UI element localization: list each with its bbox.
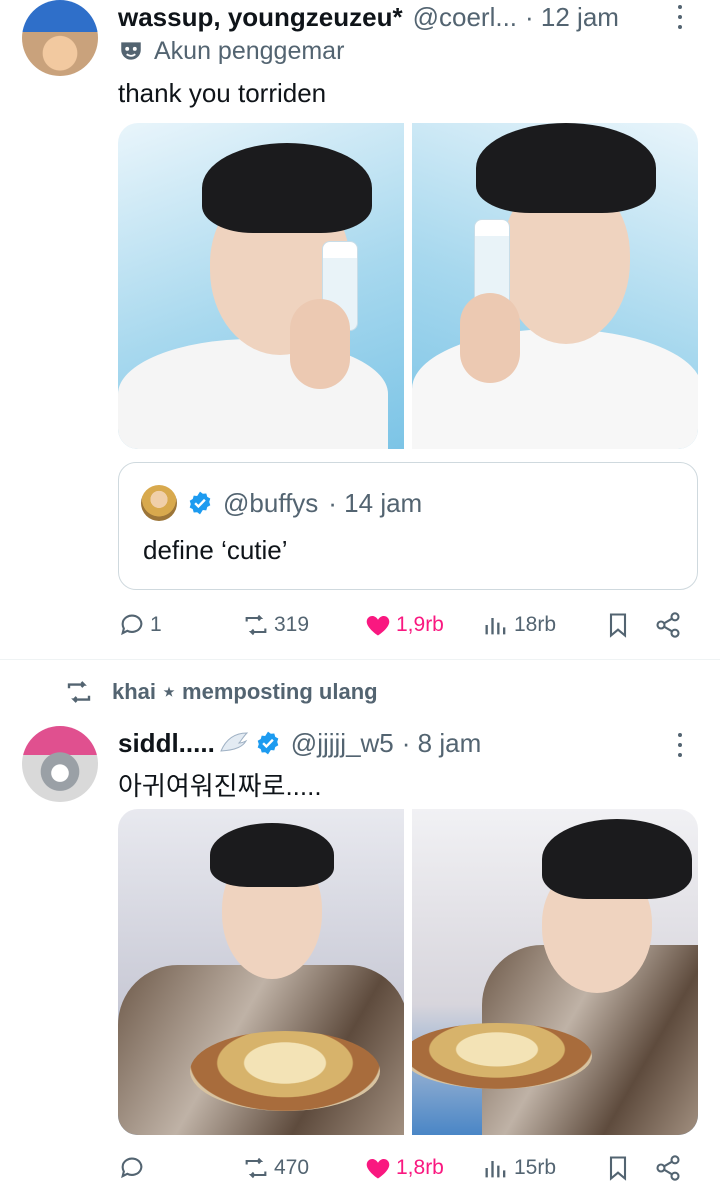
post-1[interactable]: wassup, youngzeuzeu* @coerl... · 12 jam … [0,0,720,658]
fan-account-label: Akun penggemar [118,34,344,68]
repost-count: 319 [274,613,310,636]
share-icon [656,612,680,638]
reply-icon [121,614,143,636]
share-button[interactable] [654,607,682,643]
media-image-1[interactable] [118,123,404,449]
media-image-2[interactable] [412,809,698,1135]
views-count: 15rb [514,1156,557,1179]
photo-hair [542,819,692,899]
post-header: siddl..... @jjjjj_w5 · 8 jam [118,726,660,760]
repost-icon [245,614,267,636]
quote-handle[interactable]: @buffys [223,488,318,519]
photo-plate [190,1031,380,1111]
photo-hair [202,143,372,233]
verified-badge-icon [189,491,211,515]
views-button[interactable]: 15rb [482,1150,556,1186]
more-icon[interactable] [670,2,690,32]
bookmark-icon [609,1156,627,1181]
author-handle[interactable]: @coerl... [413,2,517,33]
mask-icon [121,42,141,60]
photo-hair [476,123,656,213]
share-button[interactable] [654,1150,682,1186]
reply-button[interactable]: 1 [118,607,162,643]
post-2[interactable]: khai ⋆ memposting ulang siddl..... @jjjj… [0,660,720,1193]
repost-button[interactable]: 470 [242,1150,309,1186]
repost-button[interactable]: 319 [242,607,309,643]
media-image-2[interactable] [412,123,698,449]
author-name[interactable]: wassup, youngzeuzeu* [118,2,403,33]
quote-avatar[interactable] [141,485,177,521]
like-count: 1,8rb [396,1156,444,1179]
post-time[interactable]: · 8 jam [402,728,481,759]
photo-hair [210,823,334,887]
repost-count: 470 [274,1156,310,1179]
fan-account-text: Akun penggemar [154,36,345,65]
verified-badge-icon [257,731,279,755]
photo-hand [290,299,350,389]
media-image-1[interactable] [118,809,404,1135]
action-bar: 470 1,8rb 15rb [118,1150,698,1186]
repost-icon [245,1157,267,1179]
views-icon [485,1161,506,1178]
quote-header: @buffys · 14 jam [141,485,422,521]
reply-button[interactable] [118,1150,150,1186]
photo-hand [460,293,520,383]
bookmark-button[interactable] [604,1150,632,1186]
action-bar: 1 319 1,9rb 18rb [118,607,698,643]
quote-time: · 14 jam [328,487,423,518]
photo-shirt [412,329,698,449]
quoted-post[interactable]: @buffys · 14 jam define ‘cutie’ [118,462,698,590]
repost-by-text: khai ⋆ memposting ulang [112,679,378,704]
repost-icon [67,681,91,703]
share-icon [656,1155,680,1181]
post-media[interactable] [118,809,698,1135]
views-button[interactable]: 18rb [482,607,556,643]
repost-indicator[interactable]: khai ⋆ memposting ulang [64,677,378,707]
more-icon[interactable] [670,730,690,760]
heart-icon [366,1159,390,1179]
author-avatar[interactable] [22,0,98,76]
author-avatar[interactable] [22,726,98,802]
author-name[interactable]: siddl..... [118,728,215,759]
post-header: wassup, youngzeuzeu* @coerl... · 12 jam [118,0,660,34]
post-text: thank you torriden [118,78,327,108]
post-time[interactable]: · 12 jam [525,2,619,33]
author-handle[interactable]: @jjjjj_w5 [291,728,394,759]
bookmark-icon [609,613,627,638]
quote-text: define ‘cutie’ [143,535,288,565]
like-count: 1,9rb [396,613,444,636]
like-button[interactable]: 1,8rb [364,1150,444,1186]
bookmark-button[interactable] [604,607,632,643]
post-media[interactable] [118,123,698,449]
post-text: 아귀여워진짜로..... [118,771,322,801]
heart-icon [366,616,390,636]
wing-emoji-icon [220,732,249,752]
reply-icon [121,1157,143,1179]
views-icon [485,618,506,635]
like-button[interactable]: 1,9rb [364,607,444,643]
reply-count: 1 [150,613,162,636]
views-count: 18rb [514,613,557,636]
